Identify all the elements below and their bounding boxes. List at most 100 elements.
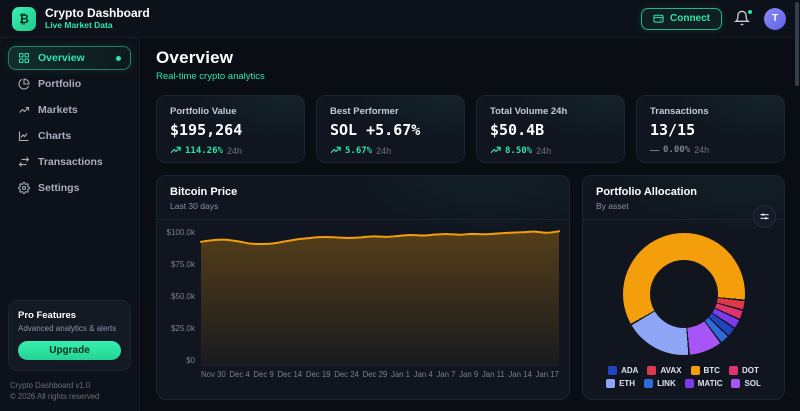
user-avatar[interactable]: T	[764, 7, 786, 30]
notifications-button[interactable]	[733, 8, 753, 28]
x-tick: Jan 9	[459, 370, 479, 379]
x-tick: Dec 14	[277, 370, 303, 379]
legend-swatch	[690, 366, 700, 375]
stat-period: 24h	[694, 145, 710, 155]
sidebar-item-label: Markets	[38, 104, 78, 116]
portfolio-allocation-panel: Portfolio Allocation By asset ADA AVAX BTC…	[582, 175, 785, 400]
legend-item-ada[interactable]: ADA	[608, 366, 638, 375]
stat-value: $195,264	[170, 121, 243, 139]
x-tick: Dec 9	[253, 370, 274, 379]
legend-label: BTC	[703, 366, 720, 375]
app-subtitle: Live Market Data	[45, 20, 113, 31]
sidebar-item-label: Overview	[38, 52, 85, 64]
stat-period: 24h	[536, 145, 552, 156]
sidebar-item-charts[interactable]: Charts	[8, 124, 131, 148]
bitcoin-price-title: Bitcoin Price	[170, 186, 238, 198]
x-tick: Jan 7	[436, 370, 456, 379]
stat-change: 0.00%	[663, 145, 691, 155]
connect-label: Connect	[670, 13, 710, 24]
notification-badge	[747, 8, 753, 15]
legend-label: ADA	[621, 366, 639, 375]
stat-card-total-volume-24h: Total Volume 24h $50.4B 8.50% 24h	[476, 95, 625, 163]
bitcoin-price-subtitle: Last 30 days	[170, 201, 219, 211]
sidebar-item-transactions[interactable]: Transactions	[8, 150, 131, 174]
stat-change: 5.67%	[345, 145, 373, 156]
sidebar-item-portfolio[interactable]: Portfolio	[8, 72, 131, 96]
x-tick: Nov 30	[201, 370, 226, 379]
y-tick: $75.0k	[170, 260, 195, 269]
stat-change: 114.26%	[185, 145, 223, 156]
portfolio-allocation-subtitle: By asset	[596, 201, 629, 211]
legend-swatch	[608, 366, 618, 375]
allocation-filter-button[interactable]	[753, 205, 776, 228]
legend-item-sol[interactable]: SOL	[731, 379, 761, 388]
page-title: Overview	[156, 48, 234, 67]
x-tick: Jan 4	[413, 370, 433, 379]
legend-label: AVAX	[660, 366, 682, 375]
scrollbar[interactable]	[795, 2, 799, 86]
legend-swatch	[728, 366, 738, 375]
active-indicator-dot	[116, 55, 121, 61]
sidebar-item-label: Settings	[38, 182, 80, 194]
legend-item-btc[interactable]: BTC	[690, 366, 720, 375]
sidebar-item-overview[interactable]: Overview	[8, 46, 131, 70]
legend-item-dot[interactable]: DOT	[728, 366, 759, 375]
legend-item-eth[interactable]: ETH	[606, 379, 635, 388]
upgrade-button[interactable]: Upgrade	[18, 340, 121, 360]
trend-up-icon	[330, 145, 341, 156]
legend-swatch	[647, 366, 657, 375]
stat-value: SOL +5.67%	[330, 121, 421, 139]
stat-card-best-performer: Best Performer SOL +5.67% 5.67% 24h	[316, 95, 465, 163]
legend-label: SOL	[744, 379, 761, 388]
x-tick: Dec 24	[334, 370, 359, 379]
stat-label: Total Volume 24h	[490, 106, 568, 117]
line-chart-svg	[201, 229, 559, 365]
x-tick: Dec 4	[229, 370, 250, 379]
sidebar-item-label: Transactions	[38, 156, 103, 168]
stat-cards-row: Portfolio Value $195,264 114.26% 24h Best Pe…	[156, 95, 785, 163]
allocation-legend: ADA AVAX BTC DOT ETH LINK MATIC SOL	[591, 366, 776, 388]
legend-swatch	[644, 379, 654, 388]
bitcoin-price-chart[interactable]	[201, 229, 559, 366]
stat-value: $50.4B	[490, 121, 545, 139]
pro-features-card: Pro Features Advanced analytics & alerts…	[8, 299, 131, 371]
trend-up-icon	[490, 145, 501, 156]
stat-change: 8.50%	[505, 145, 533, 156]
copyright: © 2026 All rights reserved	[10, 392, 100, 402]
sidebar-item-settings[interactable]: Settings	[8, 176, 131, 200]
legend-label: MATIC	[697, 379, 723, 388]
legend-label: LINK	[657, 379, 676, 388]
sidebar-item-markets[interactable]: Markets	[8, 98, 131, 122]
y-axis-labels: $100.0k $75.0k $50.0k $25.0k $0	[165, 228, 201, 366]
donut-hole	[649, 260, 718, 328]
bitcoin-price-panel: Bitcoin Price Last 30 days $100.0k $75.0k…	[156, 175, 570, 400]
legend-label: DOT	[741, 366, 759, 375]
legend-item-matic[interactable]: MATIC	[684, 379, 723, 388]
app-title: Crypto Dashboard	[45, 5, 150, 20]
x-tick: Dec 29	[362, 370, 388, 379]
brand: ₿ Crypto Dashboard Live Market Data	[12, 5, 150, 31]
stat-card-portfolio-value: Portfolio Value $195,264 114.26% 24h	[156, 95, 305, 163]
pro-features-title: Pro Features	[18, 309, 77, 321]
legend-swatch	[731, 379, 741, 388]
legend-label: ETH	[619, 379, 636, 388]
y-tick: $50.0k	[170, 292, 195, 301]
stat-label: Transactions	[650, 106, 709, 117]
stat-label: Best Performer	[330, 106, 399, 117]
chart-icon	[18, 130, 30, 142]
minus-icon: —	[650, 145, 659, 155]
wallet-icon	[653, 14, 664, 23]
x-tick: Dec 19	[305, 370, 331, 379]
pie-icon	[18, 78, 30, 90]
crypto-dashboard-app: ₿ Crypto Dashboard Live Market Data Conn…	[0, 0, 800, 411]
page-subtitle: Real-time crypto analytics	[156, 71, 265, 82]
x-tick: Jan 1	[390, 370, 411, 379]
x-tick: Jan 14	[508, 370, 532, 379]
sidebar-nav: Overview Portfolio Markets Charts Transactio…	[8, 46, 131, 202]
x-tick: Jan 17	[535, 370, 559, 379]
connect-wallet-button[interactable]: Connect	[641, 7, 722, 30]
y-tick: $25.0k	[170, 324, 195, 333]
legend-swatch	[606, 379, 616, 388]
legend-item-avax[interactable]: AVAX	[647, 366, 682, 375]
legend-item-link[interactable]: LINK	[644, 379, 676, 388]
